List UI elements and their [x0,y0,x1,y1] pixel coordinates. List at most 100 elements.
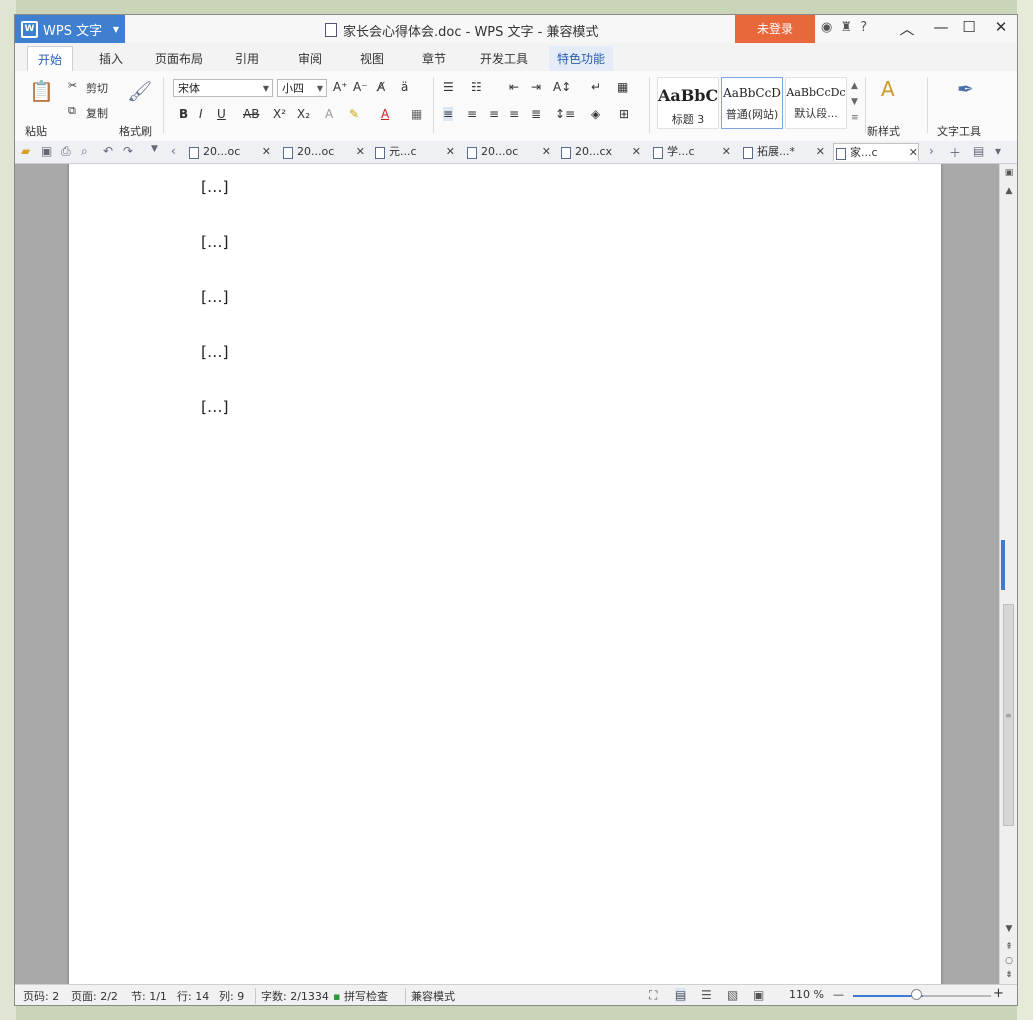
styles-scroll-up-icon[interactable]: ▲ [851,81,858,91]
document-tab-active[interactable]: 家...c ✕ [833,143,919,161]
align-center-icon[interactable]: ≡ [467,107,477,121]
paragraph-shading-icon[interactable]: ◈ [591,107,600,121]
document-tab[interactable]: 20...oc ✕ [465,143,551,161]
table-grid-icon[interactable]: ▦ [617,80,628,94]
paste-icon[interactable]: 📋 [29,79,54,103]
distributed-icon[interactable]: ≣ [531,107,541,121]
status-page-number[interactable]: 页码: 2 [23,988,59,1004]
next-page-icon[interactable]: ⇟ [1003,970,1015,980]
style-normal-web[interactable]: AaBbCcD 普通(网站) [721,77,783,129]
spell-check-toggle[interactable]: ▪ 拼写检查 [333,988,388,1004]
quick-access-dropdown-icon[interactable]: ▼ [151,144,158,154]
cut-button[interactable]: 剪切 [86,80,108,96]
document-tab[interactable]: 学...c ✕ [651,143,731,161]
save-icon[interactable]: ▣ [41,144,52,158]
highlight-icon[interactable]: ✎ [349,107,359,121]
tab-insert[interactable]: 插入 [99,50,123,67]
borders-icon[interactable]: ⊞ [619,107,629,121]
tab-references[interactable]: 引用 [235,50,259,67]
wps-app-menu-button[interactable]: W WPS 文字 ▼ [15,15,125,43]
document-tab[interactable]: 元...c ✕ [373,143,455,161]
fullscreen-icon[interactable]: ⛶ [649,988,657,1003]
increase-indent-icon[interactable]: ⇥ [531,80,541,94]
chinese-layout-icon[interactable]: A↕ [553,80,571,94]
document-body[interactable]: […] […] […] […] […] [201,170,815,445]
char-shading-icon[interactable]: ▦ [411,107,422,121]
tab-special-features[interactable]: 特色功能 [549,46,614,71]
page-view-icon[interactable]: ▤ [675,988,687,1002]
decrease-indent-icon[interactable]: ⇤ [509,80,519,94]
font-color-icon[interactable]: A [381,107,389,121]
scroll-up-icon[interactable]: ▲ [1003,186,1015,196]
justify-icon[interactable]: ≡ [509,107,519,121]
zoom-level[interactable]: 110 % [789,988,824,1001]
format-painter-icon[interactable]: 🖌 [127,79,152,103]
shirt-icon[interactable]: ♜ [840,20,854,35]
strikethrough-icon[interactable]: AB [243,107,259,121]
copy-button[interactable]: 复制 [86,105,108,121]
underline-icon[interactable]: U [217,107,226,121]
styles-more-icon[interactable]: ≡ [851,113,859,123]
zoom-slider-handle[interactable] [911,989,922,1000]
print-icon[interactable]: ⎙ [61,144,71,159]
bold-icon[interactable]: B [179,107,188,121]
tab-list-icon[interactable]: ▤ [973,144,984,158]
style-heading-3[interactable]: AaBbC 标题 3 [657,77,719,129]
phonetic-guide-icon[interactable]: ä [401,80,408,94]
skin-icon[interactable]: ◉ [821,20,834,35]
status-row[interactable]: 行: 14 [177,988,209,1004]
line-spacing-icon[interactable]: ↕≡ [555,107,575,121]
scrollbar-thumb[interactable]: ≡ [1003,604,1014,826]
web-view-icon[interactable]: ▧ [727,988,738,1002]
italic-icon[interactable]: I [199,107,203,121]
scroll-down-icon[interactable]: ▼ [1003,924,1015,934]
document-tab[interactable]: 拓展...* ✕ [741,143,825,161]
font-name-select[interactable]: 宋体 ▼ [173,79,273,97]
print-preview-icon[interactable]: ⌕ [81,144,88,159]
show-marks-icon[interactable]: ↵ [591,80,601,94]
align-right-icon[interactable]: ≡ [489,107,499,121]
help-icon[interactable]: ? [860,20,869,35]
new-style-icon[interactable]: A [881,77,895,101]
status-column[interactable]: 列: 9 [219,988,244,1004]
style-default-paragraph[interactable]: AaBbCcDc 默认段... [785,77,847,129]
tab-menu-icon[interactable]: ▾ [995,144,1001,158]
minimize-button[interactable]: — [929,18,953,36]
text-tools-icon[interactable]: ✒ [957,77,974,101]
clear-format-icon[interactable]: A̸ [377,80,385,94]
status-pages[interactable]: 页面: 2/2 [71,988,118,1004]
align-left-icon[interactable]: ≡ [443,107,454,121]
tab-review[interactable]: 审阅 [298,50,322,67]
document-tab[interactable]: 20...oc ✕ [281,143,365,161]
status-section[interactable]: 节: 1/1 [131,988,167,1004]
bullets-icon[interactable]: ☰ [443,80,454,94]
document-tab[interactable]: 20...cx ✕ [559,143,641,161]
zoom-in-icon[interactable]: + [993,986,1004,1001]
tab-page-layout[interactable]: 页面布局 [155,50,203,67]
zoom-slider[interactable] [853,995,991,997]
outline-view-icon[interactable]: ☰ [701,988,712,1002]
ruler-toggle-icon[interactable]: ▣ [1003,168,1015,178]
tab-home[interactable]: 开始 [27,46,74,72]
collapse-ribbon-icon[interactable]: ︿ [895,18,919,39]
tab-view[interactable]: 视图 [360,50,384,67]
tabs-scroll-left-icon[interactable]: ‹ [171,144,176,158]
new-tab-icon[interactable]: ＋ [949,144,961,161]
document-page[interactable]: […] […] […] […] […] [69,164,941,984]
undo-icon[interactable]: ↶ [103,144,113,158]
new-style-button[interactable]: 新样式 [867,123,900,139]
tab-developer[interactable]: 开发工具 [480,50,528,67]
status-word-count[interactable]: 字数: 2/1334 [255,988,329,1004]
styles-scroll-down-icon[interactable]: ▼ [851,97,858,107]
tabs-scroll-right-icon[interactable]: › [929,144,934,158]
browse-object-icon[interactable]: ○ [1003,956,1015,966]
font-size-select[interactable]: 小四 ▼ [277,79,327,97]
numbering-icon[interactable]: ☷ [471,80,482,94]
tab-chapter[interactable]: 章节 [422,50,446,67]
paste-button[interactable]: 粘贴 [25,123,47,139]
redo-icon[interactable]: ↷ [123,144,133,158]
prev-page-icon[interactable]: ⇞ [1003,942,1015,952]
close-button[interactable]: ✕ [989,18,1013,36]
format-painter-button[interactable]: 格式刷 [119,123,152,139]
open-folder-icon[interactable]: ▰ [21,144,30,158]
